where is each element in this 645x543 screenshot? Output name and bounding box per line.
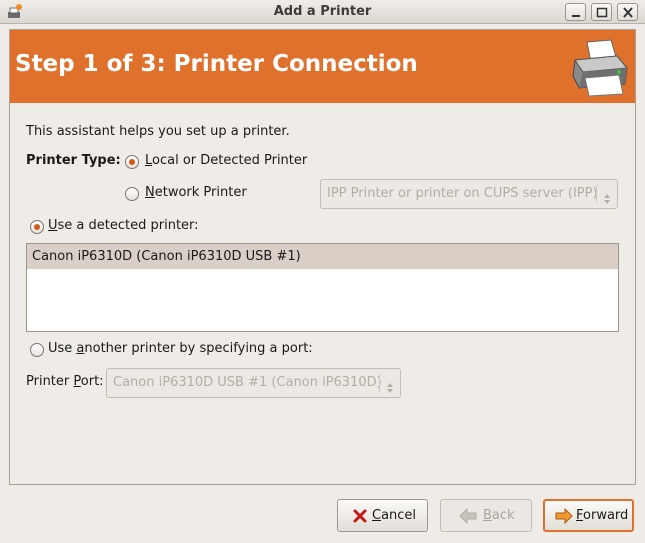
mnemonic-c: C (372, 508, 382, 523)
cancel-button[interactable]: Cancel (337, 499, 428, 532)
local-printer-label-text: ocal or Detected Printer (152, 153, 308, 168)
list-item[interactable]: Canon iP6310D (Canon iP6310D USB #1) (27, 244, 618, 269)
forward-button[interactable]: Forward (543, 499, 634, 532)
use-another-radio[interactable] (30, 343, 44, 357)
intro-text: This assistant helps you set up a printe… (26, 124, 290, 139)
forward-arrow-icon (555, 507, 573, 528)
network-type-value: IPP Printer or printer on CUPS server (I… (327, 186, 598, 201)
combo-separator (379, 374, 380, 392)
network-printer-label-text: etwork Printer (154, 185, 247, 200)
local-printer-radio[interactable] (125, 155, 139, 169)
spin-arrows-icon (386, 377, 394, 397)
forward-label-text: orward (583, 508, 629, 523)
minimize-button[interactable] (565, 3, 586, 21)
assistant-page: Step 1 of 3: Printer Connection This ass… (9, 29, 636, 485)
mnemonic-l: L (145, 153, 153, 168)
mnemonic-f: F (576, 508, 584, 523)
printer-icon (569, 38, 631, 98)
cancel-label: Cancel (372, 508, 416, 523)
back-button[interactable]: Back (440, 499, 532, 532)
port-label-post: ort: (80, 374, 104, 389)
window-titlebar[interactable]: Add a Printer (0, 0, 645, 24)
forward-label: Forward (576, 508, 628, 523)
step-title: Step 1 of 3: Printer Connection (15, 51, 418, 77)
port-label-pre: Printer (26, 374, 74, 389)
printer-port-select[interactable]: Canon iP6310D USB #1 (Canon iP6310D) (106, 368, 401, 398)
back-label-text: ack (491, 508, 515, 523)
window-title: Add a Printer (273, 4, 372, 19)
mnemonic-p: P (73, 374, 81, 389)
mnemonic-n: N (145, 185, 155, 200)
use-another-label-text: nother printer by specifying a port: (84, 341, 313, 356)
network-printer-label[interactable]: Network Printer (145, 185, 247, 200)
use-detected-radio[interactable] (30, 220, 44, 234)
step-banner: Step 1 of 3: Printer Connection (10, 30, 635, 103)
maximize-button[interactable] (591, 3, 612, 21)
printer-port-label: Printer Port: (26, 374, 104, 389)
combo-separator (596, 185, 597, 203)
back-label: Back (483, 508, 515, 523)
cancel-label-text: ancel (381, 508, 417, 523)
use-detected-label[interactable]: Use a detected printer: (48, 218, 199, 233)
use-detected-label-text: se a detected printer: (57, 218, 199, 233)
local-printer-label[interactable]: Local or Detected Printer (145, 153, 307, 168)
detected-printer-list[interactable]: Canon iP6310D (Canon iP6310D USB #1) (26, 243, 619, 332)
printer-port-value: Canon iP6310D USB #1 (Canon iP6310D) (113, 375, 382, 390)
printer-type-label: Printer Type: (26, 153, 121, 168)
spin-arrows-icon (603, 188, 611, 208)
cancel-x-icon (352, 508, 368, 528)
network-type-select[interactable]: IPP Printer or printer on CUPS server (I… (320, 179, 618, 209)
use-another-label[interactable]: Use another printer by specifying a port… (48, 341, 313, 356)
back-arrow-icon (459, 507, 477, 528)
mnemonic-b: B (483, 508, 492, 523)
mnemonic-u: U (48, 218, 58, 233)
network-printer-radio[interactable] (125, 187, 139, 201)
use-another-pre: Use (48, 341, 77, 356)
close-window-button[interactable] (617, 3, 638, 21)
